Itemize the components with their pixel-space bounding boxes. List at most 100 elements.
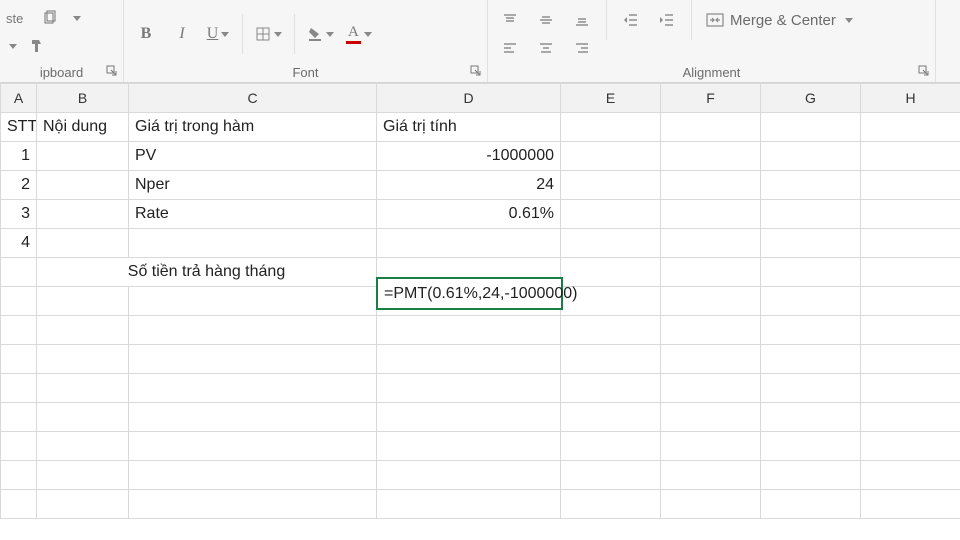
cell[interactable]: [861, 171, 960, 200]
cell[interactable]: [761, 287, 861, 316]
decrease-indent-button[interactable]: [615, 8, 647, 32]
cell[interactable]: [1, 287, 37, 316]
cell[interactable]: STT: [1, 113, 37, 142]
col-header[interactable]: C: [129, 84, 377, 113]
cell[interactable]: [37, 490, 129, 519]
cell[interactable]: [661, 229, 761, 258]
cell[interactable]: [661, 171, 761, 200]
cell[interactable]: [377, 461, 561, 490]
cell[interactable]: [1, 316, 37, 345]
col-header[interactable]: G: [761, 84, 861, 113]
cell[interactable]: [377, 490, 561, 519]
cell[interactable]: [37, 229, 129, 258]
cell[interactable]: [561, 171, 661, 200]
cell[interactable]: [561, 374, 661, 403]
cell[interactable]: [861, 374, 960, 403]
underline-button[interactable]: U: [202, 22, 234, 46]
cell[interactable]: [761, 113, 861, 142]
cell[interactable]: [661, 374, 761, 403]
align-center-button[interactable]: [530, 36, 562, 60]
cell[interactable]: [761, 461, 861, 490]
cell[interactable]: [37, 345, 129, 374]
col-header[interactable]: H: [861, 84, 960, 113]
cell[interactable]: 24: [377, 171, 561, 200]
cell[interactable]: 2: [1, 171, 37, 200]
cell[interactable]: [37, 287, 129, 316]
cell[interactable]: [561, 258, 661, 287]
cell[interactable]: [761, 432, 861, 461]
cell[interactable]: [377, 229, 561, 258]
cell[interactable]: [861, 258, 960, 287]
cell[interactable]: [129, 403, 377, 432]
cell[interactable]: [37, 403, 129, 432]
cell[interactable]: [37, 171, 129, 200]
cell[interactable]: [1, 490, 37, 519]
cell[interactable]: [661, 316, 761, 345]
cell[interactable]: [761, 200, 861, 229]
align-top-button[interactable]: [494, 8, 526, 32]
cell[interactable]: Giá trị trong hàm: [129, 113, 377, 142]
cell[interactable]: [861, 287, 960, 316]
cell[interactable]: PV: [129, 142, 377, 171]
cell[interactable]: [129, 345, 377, 374]
cell[interactable]: Nội dung: [37, 113, 129, 142]
cell[interactable]: [561, 113, 661, 142]
cell[interactable]: [37, 316, 129, 345]
col-header[interactable]: E: [561, 84, 661, 113]
merge-center-button[interactable]: Merge & Center: [700, 7, 859, 33]
cell[interactable]: [129, 229, 377, 258]
cell[interactable]: [377, 432, 561, 461]
align-bottom-button[interactable]: [566, 8, 598, 32]
cell[interactable]: [1, 461, 37, 490]
cell[interactable]: [661, 200, 761, 229]
formula-editor[interactable]: =PMT(0.61%,24,-1000000): [376, 277, 563, 310]
col-header[interactable]: D: [377, 84, 561, 113]
cell[interactable]: [561, 142, 661, 171]
cell[interactable]: [37, 461, 129, 490]
cell[interactable]: [861, 229, 960, 258]
increase-indent-button[interactable]: [651, 8, 683, 32]
cell[interactable]: Nper: [129, 171, 377, 200]
cell[interactable]: [37, 374, 129, 403]
dialog-launcher-alignment[interactable]: [917, 64, 931, 78]
dialog-launcher-clipboard[interactable]: [105, 64, 119, 78]
cell[interactable]: [761, 403, 861, 432]
cell[interactable]: [561, 432, 661, 461]
cell[interactable]: [561, 403, 661, 432]
cell[interactable]: [761, 316, 861, 345]
align-left-button[interactable]: [494, 36, 526, 60]
fill-color-button[interactable]: [303, 22, 338, 46]
cell[interactable]: [1, 345, 37, 374]
cell[interactable]: [561, 316, 661, 345]
cell[interactable]: [129, 432, 377, 461]
cell[interactable]: [377, 403, 561, 432]
cell[interactable]: [561, 200, 661, 229]
cell[interactable]: [129, 490, 377, 519]
dialog-launcher-font[interactable]: [469, 64, 483, 78]
cell[interactable]: [761, 490, 861, 519]
cell[interactable]: 3: [1, 200, 37, 229]
font-color-button[interactable]: A: [342, 22, 376, 46]
cell[interactable]: [761, 374, 861, 403]
cell[interactable]: [761, 171, 861, 200]
align-right-button[interactable]: [566, 36, 598, 60]
cell[interactable]: 4: [1, 229, 37, 258]
cell[interactable]: [861, 403, 960, 432]
align-middle-button[interactable]: [530, 8, 562, 32]
cell[interactable]: [37, 142, 129, 171]
cell[interactable]: Giá trị tính: [377, 113, 561, 142]
cell[interactable]: [761, 142, 861, 171]
cell[interactable]: [37, 200, 129, 229]
cell[interactable]: [861, 200, 960, 229]
cell[interactable]: [129, 374, 377, 403]
cell[interactable]: -1000000: [377, 142, 561, 171]
cell[interactable]: [861, 316, 960, 345]
col-header[interactable]: B: [37, 84, 129, 113]
cell-merged[interactable]: Số tiền trả hàng tháng: [37, 258, 377, 287]
cell[interactable]: [377, 345, 561, 374]
cell[interactable]: [861, 142, 960, 171]
cell[interactable]: [661, 403, 761, 432]
cell[interactable]: [661, 258, 761, 287]
cell[interactable]: [761, 229, 861, 258]
cell[interactable]: [761, 345, 861, 374]
